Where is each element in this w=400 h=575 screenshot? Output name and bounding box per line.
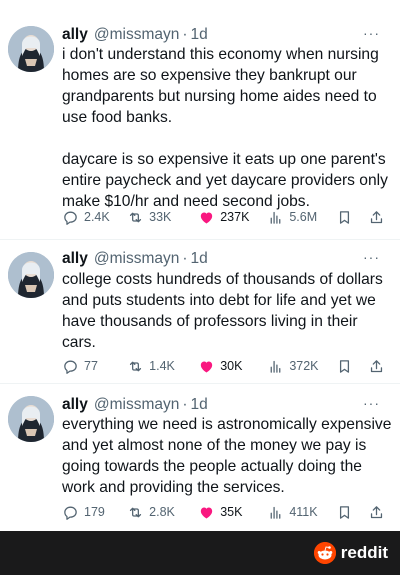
views-count: 5.6M [289, 210, 318, 224]
avatar-image [8, 252, 54, 298]
views-button[interactable]: 5.6M [267, 209, 336, 226]
avatar[interactable] [8, 26, 54, 72]
retweet-button[interactable]: 33K [127, 209, 198, 226]
retweet-count: 2.8K [149, 505, 175, 519]
reddit-footer-bar: reddit [0, 531, 400, 575]
bookmark-button[interactable] [336, 209, 368, 226]
author-name[interactable]: ally [62, 396, 88, 414]
tweet-text: college costs hundreds of thousands of d… [62, 271, 383, 351]
tweet-header: ally @missmayn · 1d ··· [62, 395, 390, 415]
views-button[interactable]: 372K [267, 358, 336, 375]
like-button[interactable]: 237K [198, 209, 267, 226]
views-icon [270, 360, 281, 373]
retweet-button[interactable]: 1.4K [127, 358, 198, 375]
reply-button[interactable]: 179 [62, 504, 127, 521]
avatar[interactable] [8, 252, 54, 298]
timestamp[interactable]: 1d [191, 396, 208, 414]
heart-icon [201, 361, 213, 373]
heart-icon [201, 507, 213, 519]
more-options-icon[interactable]: ··· [363, 25, 380, 41]
retweet-count: 1.4K [149, 359, 175, 373]
more-options-icon[interactable]: ··· [363, 249, 380, 265]
share-icon [370, 359, 383, 372]
reddit-wordmark: reddit [340, 543, 388, 562]
avatar[interactable] [8, 396, 54, 442]
author-handle[interactable]: @missmayn [94, 26, 180, 44]
share-button[interactable] [368, 504, 390, 521]
share-icon [370, 210, 383, 223]
share-button[interactable] [368, 358, 390, 375]
like-button[interactable]: 35K [198, 504, 267, 521]
views-count: 411K [289, 505, 318, 519]
heart-icon [201, 212, 213, 224]
tweet-text: everything we need is astronomically exp… [62, 416, 392, 496]
views-icon [270, 211, 281, 224]
reddit-brand[interactable]: reddit [313, 542, 388, 564]
bookmark-icon [340, 210, 350, 224]
retweet-icon [130, 361, 142, 371]
like-count: 237K [220, 210, 250, 224]
avatar-image [8, 396, 54, 442]
bookmark-icon [340, 359, 350, 373]
tweet-2: ally @missmayn · 1d ··· college costs hu… [0, 240, 400, 383]
separator-dot: · [182, 250, 188, 267]
reply-icon [64, 506, 77, 520]
separator-dot: · [182, 26, 188, 43]
like-count: 35K [220, 505, 243, 519]
reddit-logo-icon [313, 542, 336, 564]
retweet-icon [130, 212, 142, 222]
views-icon [270, 506, 281, 519]
author-handle[interactable]: @missmayn [94, 250, 180, 268]
tweet-1: ally @missmayn · 1d ··· i don't understa… [0, 0, 400, 240]
retweet-count: 33K [149, 210, 172, 224]
reply-button[interactable]: 77 [62, 358, 127, 375]
more-options-icon[interactable]: ··· [363, 395, 380, 411]
action-bar: 77 1.4K 30K 372K [62, 355, 390, 377]
action-bar: 179 2.8K 35K 411K [62, 501, 390, 523]
reply-count: 2.4K [84, 210, 110, 224]
bookmark-icon [340, 505, 350, 519]
like-button[interactable]: 30K [198, 358, 267, 375]
reply-count: 77 [84, 359, 98, 373]
author-handle[interactable]: @missmayn [94, 396, 180, 414]
bookmark-button[interactable] [336, 358, 368, 375]
action-bar: 2.4K 33K 237K 5.6M [62, 206, 390, 228]
like-count: 30K [220, 359, 243, 373]
reply-icon [64, 211, 77, 225]
tweet-header: ally @missmayn · 1d ··· [62, 25, 390, 45]
avatar-image [8, 26, 54, 72]
timestamp[interactable]: 1d [191, 26, 208, 44]
views-button[interactable]: 411K [267, 504, 336, 521]
retweet-icon [130, 507, 142, 517]
reply-count: 179 [84, 505, 105, 519]
reply-button[interactable]: 2.4K [62, 209, 127, 226]
tweet-text: i don't understand this economy when nur… [62, 46, 388, 210]
share-icon [370, 505, 383, 518]
tweet-3: ally @missmayn · 1d ··· everything we ne… [0, 384, 400, 531]
tweet-header: ally @missmayn · 1d ··· [62, 249, 390, 269]
views-count: 372K [289, 359, 319, 373]
timestamp[interactable]: 1d [191, 250, 208, 268]
separator-dot: · [182, 396, 188, 413]
author-name[interactable]: ally [62, 250, 88, 268]
author-name[interactable]: ally [62, 26, 88, 44]
reply-icon [64, 360, 77, 374]
retweet-button[interactable]: 2.8K [127, 504, 198, 521]
bookmark-button[interactable] [336, 504, 368, 521]
share-button[interactable] [368, 209, 390, 226]
